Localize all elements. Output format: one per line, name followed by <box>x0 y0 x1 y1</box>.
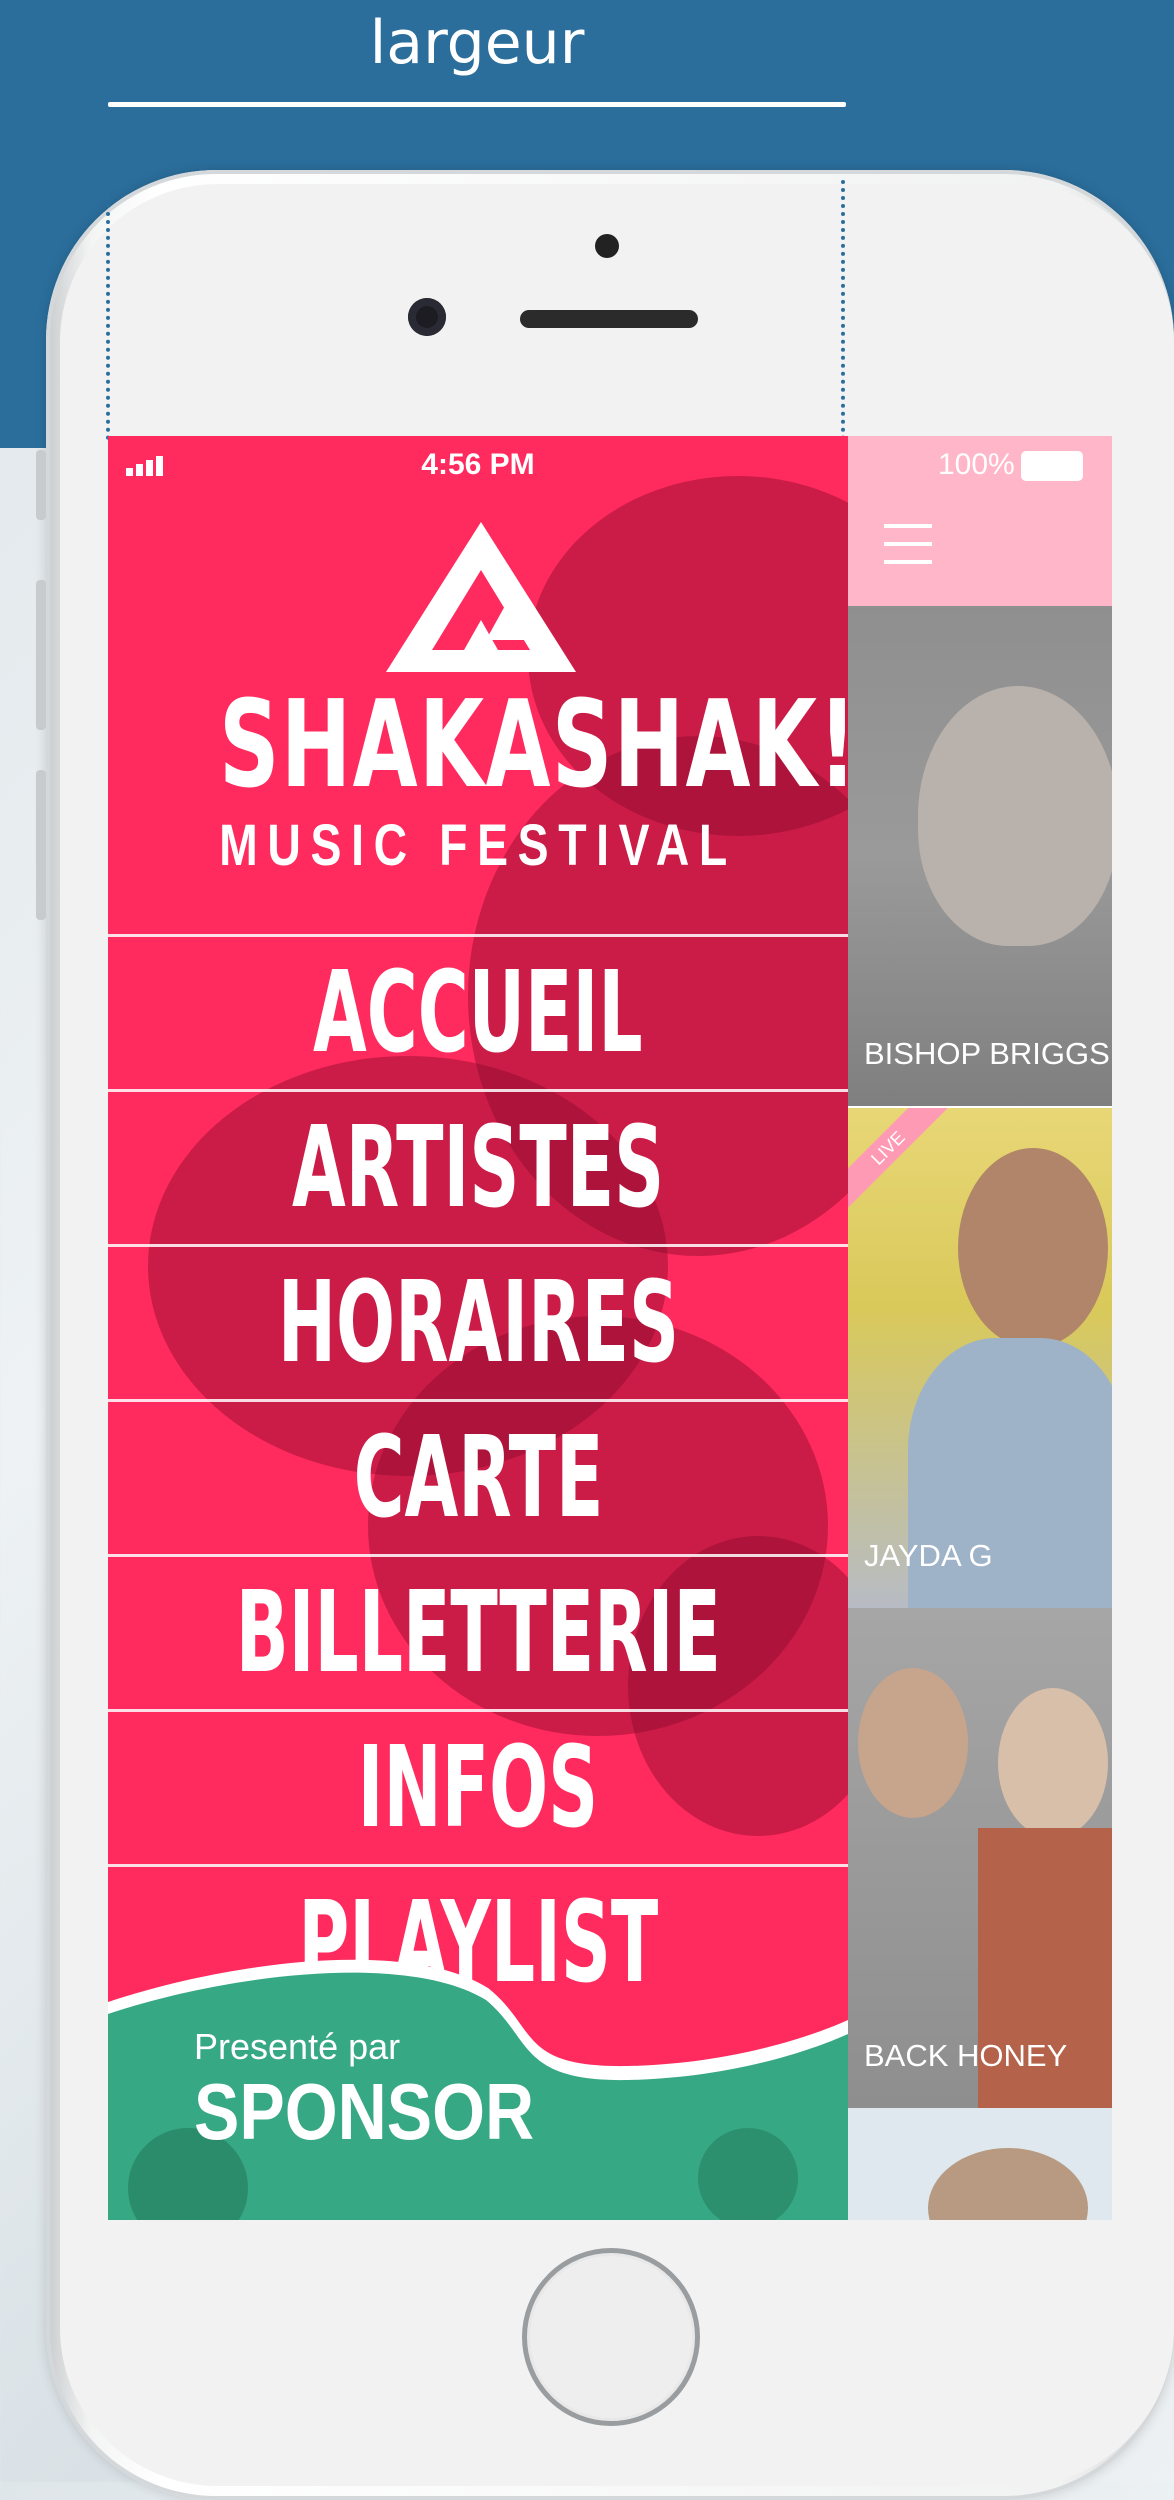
menu-item-artistes[interactable]: ARTISTES <box>108 1089 848 1244</box>
earpiece-speaker <box>520 310 698 328</box>
festival-subtitle: MUSIC FESTIVAL <box>219 813 737 878</box>
front-camera <box>408 298 446 336</box>
side-button-volume-down <box>36 770 46 920</box>
phone-screen: 4:56 PM SHAKASHAK! MUSIC FESTIVAL ACCUEI… <box>108 436 1112 2220</box>
artist-name: BISHOP BRIGGS <box>864 1036 1110 1071</box>
menu-list: ACCUEIL ARTISTES HORAIRES CARTE BILLETTE… <box>108 934 848 2019</box>
artist-photo <box>918 686 1112 946</box>
dimension-label: largeur <box>369 8 585 78</box>
artist-photo <box>958 1148 1108 1348</box>
battery-status: 100% <box>938 448 1083 482</box>
menu-item-billetterie[interactable]: BILLETTERIE <box>108 1554 848 1709</box>
content-panel: 100% BISHOP BRIGGS LIVE JAYDA G BACK HON… <box>848 436 1112 2220</box>
menu-item-infos[interactable]: INFOS <box>108 1709 848 1864</box>
battery-icon <box>1020 451 1083 482</box>
menu-item-label: INFOS <box>357 1723 599 1853</box>
artist-name: JAYDA G <box>864 1538 993 1573</box>
side-menu: 4:56 PM SHAKASHAK! MUSIC FESTIVAL ACCUEI… <box>108 436 848 2220</box>
artist-name: BACK HONEY <box>864 2038 1068 2073</box>
artist-card[interactable]: BACK HONEY <box>848 1608 1112 2108</box>
dimension-guide-right <box>841 180 845 440</box>
menu-item-label: HORAIRES <box>277 1258 679 1388</box>
live-badge: LIVE <box>848 1108 948 1208</box>
home-button[interactable] <box>522 2248 700 2426</box>
content-header: 100% <box>848 436 1112 606</box>
dimension-guide-left <box>106 180 110 440</box>
status-time: 4:56 PM <box>421 448 535 481</box>
hamburger-menu-icon[interactable] <box>884 524 932 578</box>
artist-photo <box>928 2148 1088 2220</box>
battery-text: 100% <box>938 448 1015 481</box>
proximity-sensor <box>595 234 619 258</box>
side-button-mute <box>36 450 46 520</box>
artist-card[interactable]: LIVE JAYDA G <box>848 1108 1112 1608</box>
artist-photo <box>858 1668 968 1818</box>
festival-logo-icon <box>386 522 576 672</box>
menu-item-label: ACCUEIL <box>313 948 643 1078</box>
menu-item-carte[interactable]: CARTE <box>108 1399 848 1554</box>
dimension-line <box>108 102 846 107</box>
artist-card[interactable] <box>848 2108 1112 2220</box>
artist-photo <box>998 1688 1108 1838</box>
menu-item-label: BILLETTERIE <box>235 1568 721 1698</box>
menu-item-accueil[interactable]: ACCUEIL <box>108 934 848 1089</box>
festival-brand: SHAKASHAK! <box>219 676 848 815</box>
artist-card[interactable]: BISHOP BRIGGS <box>848 606 1112 1106</box>
sponsor-caption: Presenté par <box>194 2026 401 2067</box>
sponsor-name: SPONSOR <box>194 2067 535 2156</box>
menu-item-label: ARTISTES <box>291 1103 665 1233</box>
side-button-volume-up <box>36 580 46 730</box>
menu-item-label: CARTE <box>353 1413 603 1543</box>
menu-item-horaires[interactable]: HORAIRES <box>108 1244 848 1399</box>
